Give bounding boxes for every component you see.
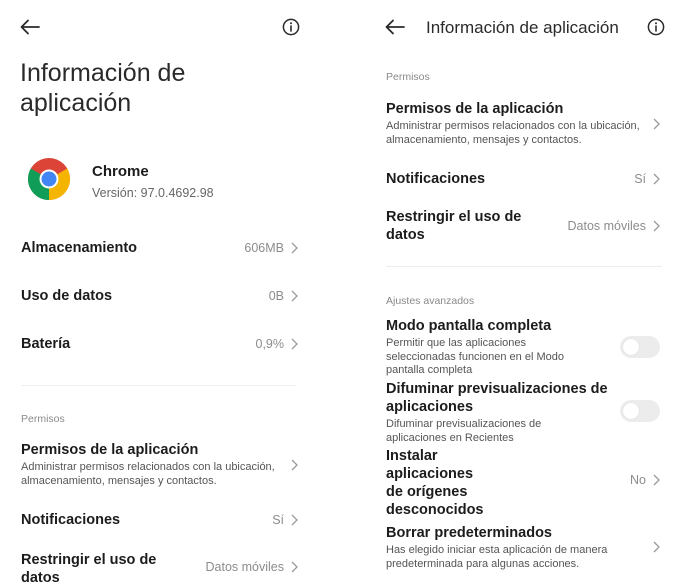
permissions-title: Permisos de la aplicación bbox=[386, 101, 564, 117]
chevron-right-icon bbox=[291, 459, 298, 471]
section-label-permisos: Permisos bbox=[386, 71, 430, 83]
battery-value: 0,9% bbox=[255, 337, 285, 351]
app-icon bbox=[26, 156, 72, 202]
battery-row[interactable]: Batería 0,9% bbox=[0, 326, 310, 362]
chevron-right-icon bbox=[291, 242, 298, 254]
chevron-right-icon bbox=[653, 173, 660, 185]
data-usage-label: Uso de datos bbox=[21, 288, 113, 304]
unknown-sources-row[interactable]: Instalar aplicaciones de orígenes descon… bbox=[364, 446, 670, 518]
chevron-right-icon bbox=[291, 514, 298, 526]
chevron-right-icon bbox=[653, 474, 660, 486]
toolbar-title: Información de aplicación bbox=[426, 18, 619, 37]
clear-defaults-row[interactable]: Borrar predeterminados Has elegido inici… bbox=[364, 523, 670, 575]
notifications-row[interactable]: Notificaciones Sí bbox=[364, 162, 670, 198]
chrome-logo-icon bbox=[27, 158, 71, 200]
notifications-value: Sí bbox=[272, 513, 284, 527]
back-arrow-icon bbox=[20, 19, 40, 35]
permissions-title: Permisos de la aplicación bbox=[21, 442, 199, 458]
back-button[interactable] bbox=[18, 15, 42, 39]
permissions-subtitle: Administrar permisos relacionados con la… bbox=[21, 461, 275, 487]
restrict-data-label: Restringir el uso de datos bbox=[386, 209, 522, 243]
restrict-data-row[interactable]: Restringir el uso de datos Datos móviles bbox=[364, 205, 670, 251]
toggle-knob bbox=[623, 339, 639, 355]
restrict-data-value: Datos móviles bbox=[567, 219, 647, 233]
page-title: Información de aplicación bbox=[20, 59, 186, 117]
restrict-data-row[interactable]: Restringir el uso de datos Datos móviles bbox=[0, 548, 310, 587]
battery-label: Batería bbox=[21, 336, 71, 352]
chevron-right-icon bbox=[291, 338, 298, 350]
back-arrow-icon bbox=[385, 19, 405, 35]
section-label-permisos: Permisos bbox=[21, 413, 65, 425]
permissions-row[interactable]: Permisos de la aplicación Administrar pe… bbox=[364, 97, 670, 153]
info-button[interactable] bbox=[279, 15, 303, 39]
clear-defaults-subtitle: Has elegido iniciar esta aplicación de m… bbox=[386, 544, 608, 570]
blur-previews-toggle[interactable] bbox=[620, 400, 660, 422]
back-button[interactable] bbox=[383, 15, 407, 39]
toggle-knob bbox=[623, 403, 639, 419]
app-name: Chrome bbox=[92, 163, 149, 180]
fullscreen-title: Modo pantalla completa bbox=[386, 318, 552, 334]
storage-row[interactable]: Almacenamiento 606MB bbox=[0, 230, 310, 266]
data-usage-row[interactable]: Uso de datos 0B bbox=[0, 278, 310, 314]
blur-previews-row[interactable]: Difuminar previsualizaciones de aplicaci… bbox=[364, 379, 670, 445]
info-button[interactable] bbox=[644, 15, 668, 39]
app-info-screen-left: Información de aplicación Chrome Versión… bbox=[0, 0, 330, 587]
chevron-right-icon bbox=[291, 561, 298, 573]
fullscreen-toggle[interactable] bbox=[620, 336, 660, 358]
unknown-sources-title: Instalar aplicaciones de orígenes descon… bbox=[386, 448, 484, 518]
info-icon bbox=[282, 18, 300, 36]
permissions-row[interactable]: Permisos de la aplicación Administrar pe… bbox=[0, 438, 310, 494]
divider bbox=[386, 266, 662, 267]
storage-value: 606MB bbox=[244, 241, 284, 255]
info-icon bbox=[647, 18, 665, 36]
notifications-row[interactable]: Notificaciones Sí bbox=[0, 502, 310, 538]
notifications-label: Notificaciones bbox=[21, 512, 121, 528]
clear-defaults-title: Borrar predeterminados bbox=[386, 525, 552, 541]
chevron-right-icon bbox=[653, 220, 660, 232]
chevron-right-icon bbox=[653, 118, 660, 130]
chevron-right-icon bbox=[291, 290, 298, 302]
divider bbox=[21, 385, 296, 386]
app-info-screen-right: Información de aplicación Permisos Permi… bbox=[364, 0, 686, 587]
restrict-data-label: Restringir el uso de datos bbox=[21, 552, 157, 586]
fullscreen-row[interactable]: Modo pantalla completa Permitir que las … bbox=[364, 316, 670, 376]
blur-previews-subtitle: Difuminar previsualizaciones de aplicaci… bbox=[386, 418, 542, 444]
fullscreen-subtitle: Permitir que las aplicaciones selecciona… bbox=[386, 337, 564, 376]
unknown-sources-value: No bbox=[630, 473, 646, 487]
notifications-value: Sí bbox=[634, 172, 646, 186]
section-label-advanced: Ajustes avanzados bbox=[386, 295, 475, 307]
app-version: Versión: 97.0.4692.98 bbox=[92, 186, 214, 200]
chevron-right-icon bbox=[653, 541, 660, 553]
storage-label: Almacenamiento bbox=[21, 240, 138, 256]
notifications-label: Notificaciones bbox=[386, 171, 486, 187]
permissions-subtitle: Administrar permisos relacionados con la… bbox=[386, 120, 640, 146]
restrict-data-value: Datos móviles bbox=[205, 560, 285, 574]
data-usage-value: 0B bbox=[268, 289, 284, 303]
blur-previews-title: Difuminar previsualizaciones de aplicaci… bbox=[386, 381, 608, 415]
